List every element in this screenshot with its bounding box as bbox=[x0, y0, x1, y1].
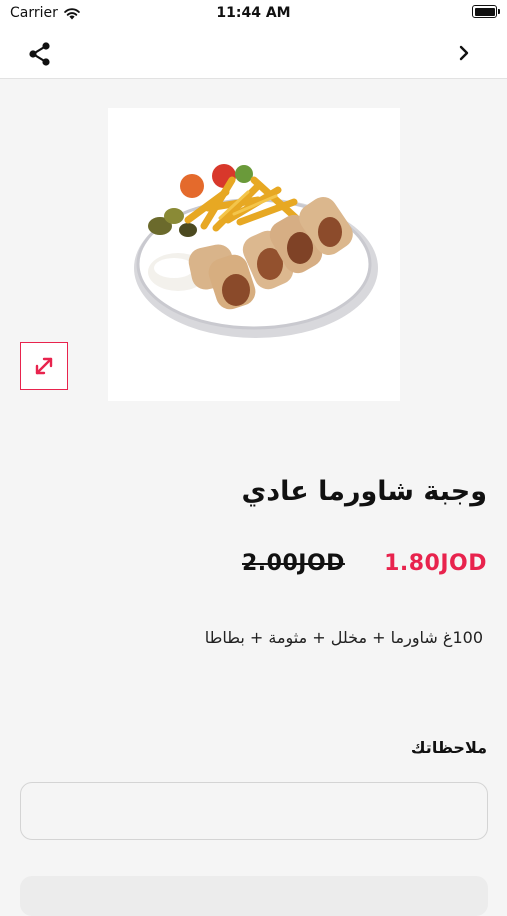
expand-image-button[interactable] bbox=[20, 342, 68, 390]
original-price: 2.00JOD bbox=[242, 551, 345, 576]
status-bar: Carrier 11:44 AM bbox=[0, 0, 507, 28]
product-image bbox=[108, 108, 400, 401]
product-title: وجبة شاورما عادي bbox=[241, 476, 488, 507]
expand-diagonal-icon bbox=[35, 357, 53, 375]
share-icon[interactable] bbox=[26, 40, 54, 68]
product-description: 100غ شاورما + مخلل + مثومة + بطاطا bbox=[204, 628, 483, 647]
battery-icon bbox=[472, 5, 500, 18]
bottom-panel bbox=[20, 876, 488, 916]
status-time: 11:44 AM bbox=[216, 5, 291, 21]
current-price: 1.80JOD bbox=[384, 551, 487, 576]
notes-label: ملاحظاتك bbox=[410, 738, 487, 757]
chevron-right-icon[interactable] bbox=[453, 42, 475, 64]
navigation-bar bbox=[0, 28, 507, 79]
notes-input[interactable] bbox=[20, 782, 488, 840]
shawarma-plate-image bbox=[134, 164, 378, 338]
